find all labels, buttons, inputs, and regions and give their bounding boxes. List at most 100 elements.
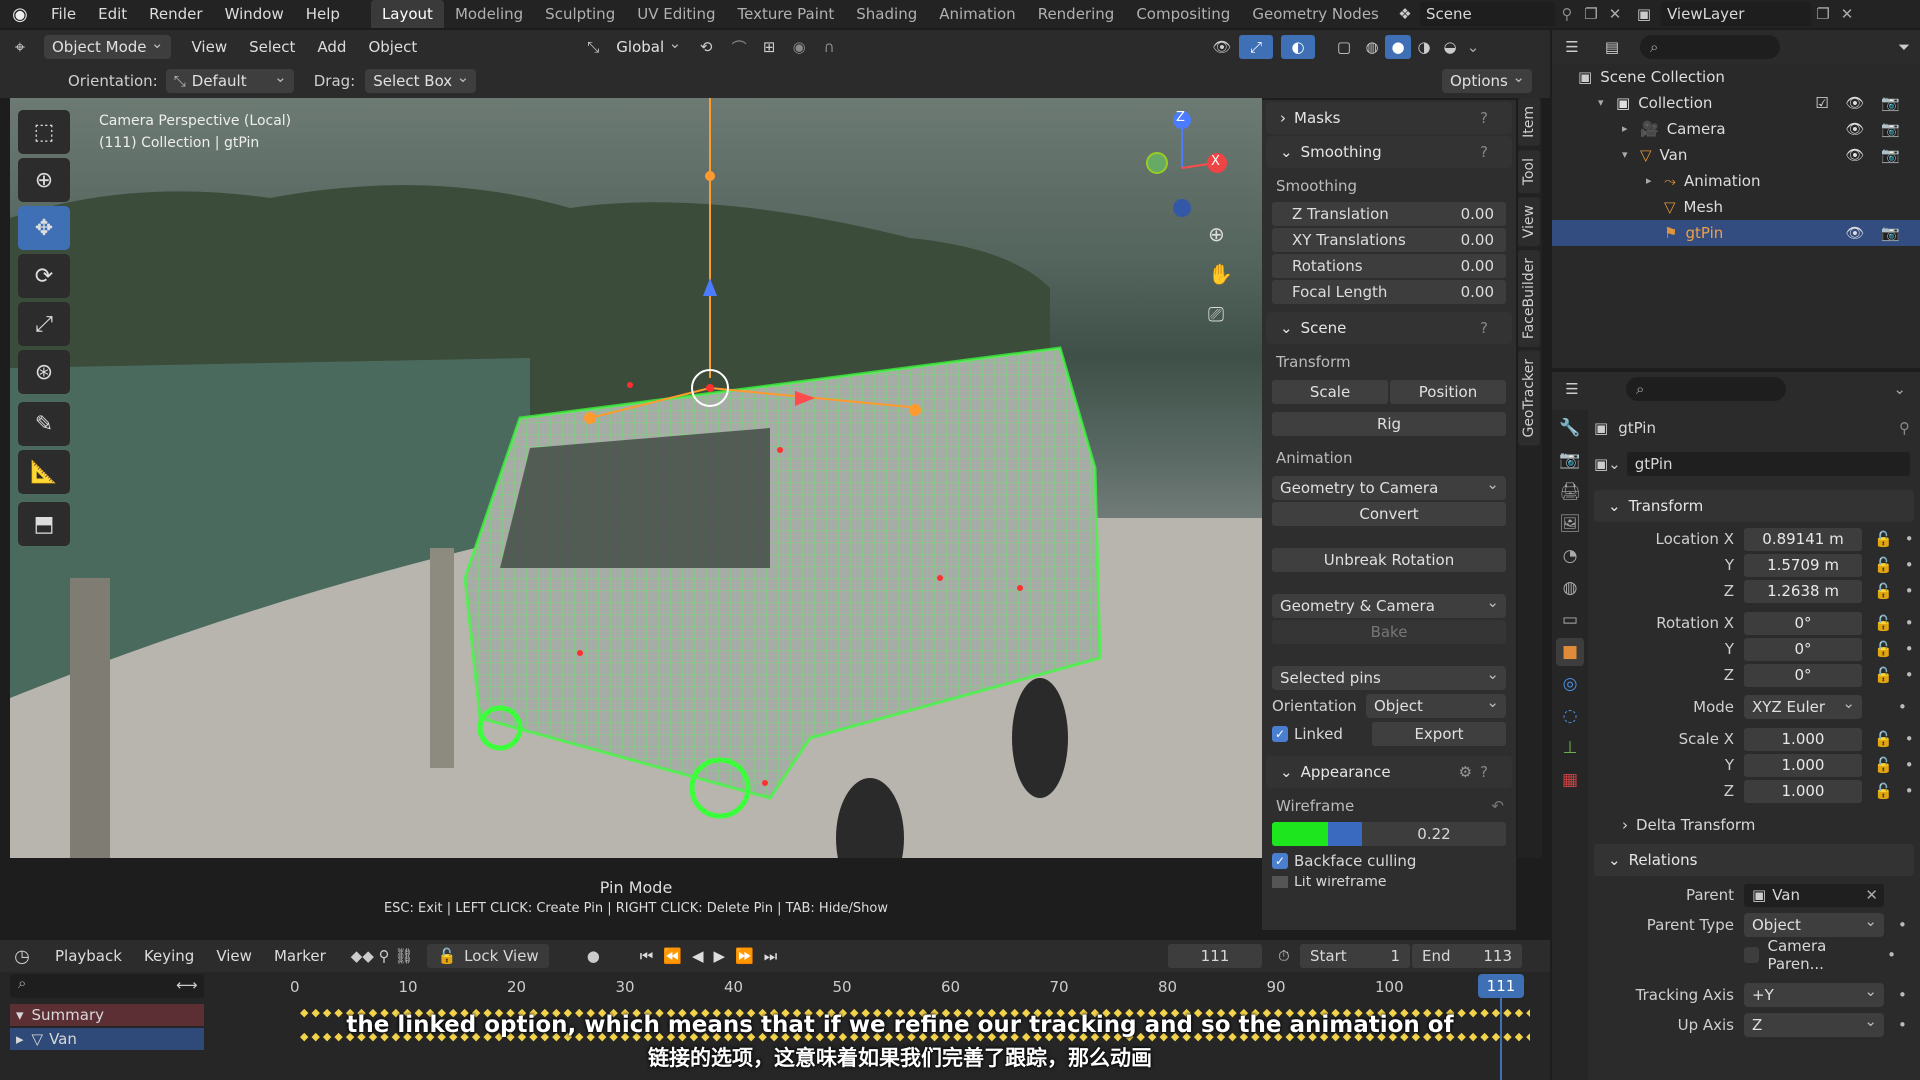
playback-controls[interactable]: ⏮⏪◀▶⏩⏭ — [640, 947, 787, 965]
help-icon[interactable]: ? — [1480, 102, 1488, 134]
lock-icon[interactable]: 🔓 — [1874, 730, 1893, 748]
current-frame-field[interactable]: 111 — [1168, 944, 1262, 968]
transform-orientation-dropdown[interactable]: Global — [608, 31, 688, 59]
outliner-item-camera[interactable]: ▸ 🎥 Camera 👁 📷 — [1552, 116, 1920, 142]
convert-button[interactable]: Convert — [1272, 502, 1506, 526]
disclosure-icon[interactable]: ▸ — [1646, 168, 1664, 194]
keyframe-dot-icon[interactable]: • — [1905, 756, 1914, 774]
sidebar-tab-facebuilder[interactable]: FaceBuilder — [1518, 250, 1540, 348]
unbreak-rotation-button[interactable]: Unbreak Rotation — [1272, 548, 1506, 572]
scene-collection[interactable]: ▣ Scene Collection — [1552, 64, 1920, 90]
texture-icon[interactable]: ▦ — [1556, 766, 1584, 794]
timeline-menu-view[interactable]: View — [205, 942, 263, 970]
disclosure-icon[interactable]: ▾ — [1598, 90, 1616, 116]
pin-icon[interactable]: ⚲ — [1555, 5, 1579, 23]
lock-icon[interactable]: 🔓 — [1874, 756, 1893, 774]
clock-icon[interactable]: ◷ — [0, 946, 44, 967]
wireframe-shading-icon[interactable]: ◍ — [1359, 38, 1385, 56]
keyframe-dot-icon[interactable]: • — [1898, 1016, 1907, 1034]
relations-section[interactable]: ⌄ Relations — [1594, 844, 1914, 876]
modifier-icon[interactable]: ◎ — [1556, 670, 1584, 698]
zoom-icon[interactable]: ⊕ — [1208, 222, 1225, 246]
transform-icon[interactable]: ⊛ — [18, 350, 70, 394]
keyframe-dot-icon[interactable]: • — [1905, 556, 1914, 574]
tab-sculpting[interactable]: Sculpting — [534, 0, 626, 28]
move-icon[interactable]: ✥ — [18, 206, 70, 250]
scene-icon[interactable]: ❖ — [1390, 5, 1420, 23]
help-icon[interactable]: ? — [1480, 136, 1488, 168]
tab-texture-paint[interactable]: Texture Paint — [726, 0, 845, 28]
menu-object[interactable]: Object — [357, 33, 428, 61]
object-icon[interactable]: ■ — [1556, 638, 1584, 666]
property-value[interactable]: 0.89141 m — [1744, 527, 1862, 551]
linked-checkbox[interactable]: ✓ — [1272, 726, 1288, 742]
channel-summary[interactable]: ▾ Summary — [10, 1004, 204, 1026]
tool-icon[interactable]: 🔧 — [1556, 414, 1584, 442]
outliner-item-van[interactable]: ▾ ▽ Van 👁 📷 — [1552, 142, 1920, 168]
position-button[interactable]: Position — [1390, 380, 1506, 404]
start-field[interactable]: 1 — [1390, 947, 1400, 965]
tab-layout[interactable]: Layout — [370, 0, 444, 28]
wireframe-color-field[interactable]: 0.22 — [1272, 822, 1506, 846]
property-value[interactable]: 0° — [1744, 611, 1862, 635]
wireframe-opacity[interactable]: 0.22 — [1362, 822, 1506, 846]
current-frame-marker[interactable]: 111 — [1478, 974, 1524, 998]
delta-transform-section[interactable]: › Delta Transform — [1594, 810, 1914, 840]
property-value[interactable]: 1.5709 m — [1744, 553, 1862, 577]
outliner-item-animation[interactable]: ▸ ⤳ Animation — [1552, 168, 1920, 194]
close-icon[interactable]: ✕ — [1603, 5, 1627, 23]
bake-button[interactable]: Bake — [1272, 620, 1506, 644]
view-layer-icon[interactable]: 🖼 — [1556, 510, 1584, 538]
tab-compositing[interactable]: Compositing — [1125, 0, 1241, 28]
backface-checkbox[interactable]: ✓ — [1272, 853, 1288, 869]
stopwatch-icon[interactable]: ⏱ — [1278, 947, 1290, 965]
proportional-edit-icon[interactable]: ◉ — [784, 38, 814, 56]
property-value[interactable]: 1.000 — [1744, 753, 1862, 777]
scene-icon[interactable]: ◔ — [1556, 542, 1584, 570]
new-scene-icon[interactable]: ❐ — [1579, 5, 1603, 23]
channel-van[interactable]: ▸ ▽ Van — [10, 1028, 204, 1050]
menu-select[interactable]: Select — [238, 33, 306, 61]
lit-wireframe-checkbox[interactable] — [1272, 876, 1288, 888]
editor-type-icon[interactable]: ☰ — [1552, 38, 1592, 56]
disclosure-icon[interactable]: ▸ — [1622, 116, 1640, 142]
geometry-to-camera-dropdown[interactable]: Geometry to Camera — [1272, 472, 1506, 500]
outliner-item-gtpin[interactable]: ⚑ gtPin 👁 📷 — [1552, 220, 1920, 246]
keyframe-dot-icon[interactable]: • — [1898, 916, 1907, 934]
close-icon[interactable]: ✕ — [1835, 5, 1859, 23]
editor-type-icon[interactable]: ☰ — [1552, 380, 1592, 398]
cursor-icon[interactable]: ⊕ — [18, 158, 70, 202]
search-input[interactable]: ⌕ — [1626, 377, 1786, 401]
export-button[interactable]: Export — [1372, 722, 1506, 746]
scene-name[interactable]: Scene — [1420, 2, 1555, 26]
wireframe-color-swatch[interactable] — [1272, 822, 1328, 846]
smoothing-field[interactable]: Rotations 0.00 — [1272, 254, 1506, 278]
keyframe-nav-icons[interactable]: ◆◆ ⚲ ⛓ — [351, 947, 414, 965]
appearance-section[interactable]: ⌄ Appearance ⚙? — [1266, 756, 1512, 788]
chevron-down-icon[interactable]: ⌄ — [1893, 380, 1906, 398]
parent-field[interactable]: ▣ Van ✕ — [1744, 883, 1884, 907]
timeline-menu-playback[interactable]: Playback — [44, 942, 133, 970]
rotate-icon[interactable]: ⟳ — [18, 254, 70, 298]
rig-button[interactable]: Rig — [1272, 412, 1506, 436]
transform-section[interactable]: ⌄ Transform — [1594, 490, 1914, 522]
drag-dropdown[interactable]: Select Box — [365, 65, 477, 93]
keyframe-dot-icon[interactable]: • — [1905, 582, 1914, 600]
sidebar-tab-item[interactable]: Item — [1518, 98, 1540, 146]
tab-modeling[interactable]: Modeling — [444, 0, 534, 28]
lock-icon[interactable]: 🔓 — [1874, 666, 1893, 684]
orientation-dropdown[interactable]: Object — [1366, 690, 1506, 718]
display-mode-icon[interactable]: ▤ — [1592, 38, 1632, 56]
solid-shading-icon[interactable]: ● — [1385, 35, 1411, 59]
view-layer-icon[interactable]: ▣ — [1627, 5, 1661, 23]
close-icon[interactable]: ✕ — [1865, 884, 1878, 907]
tab-geometry-nodes[interactable]: Geometry Nodes — [1241, 0, 1390, 28]
timeline-menu-marker[interactable]: Marker — [263, 942, 337, 970]
lock-icon[interactable]: 🔓 — [1874, 582, 1893, 600]
camera-view-icon[interactable]: ⎚ — [1208, 302, 1224, 326]
visibility-icon[interactable]: 👁 — [1205, 38, 1239, 56]
menu-add[interactable]: Add — [306, 33, 357, 61]
scale-icon[interactable]: ⤢ — [18, 302, 70, 346]
menu-edit[interactable]: Edit — [87, 0, 138, 28]
falloff-icon[interactable]: ∩ — [814, 38, 844, 56]
